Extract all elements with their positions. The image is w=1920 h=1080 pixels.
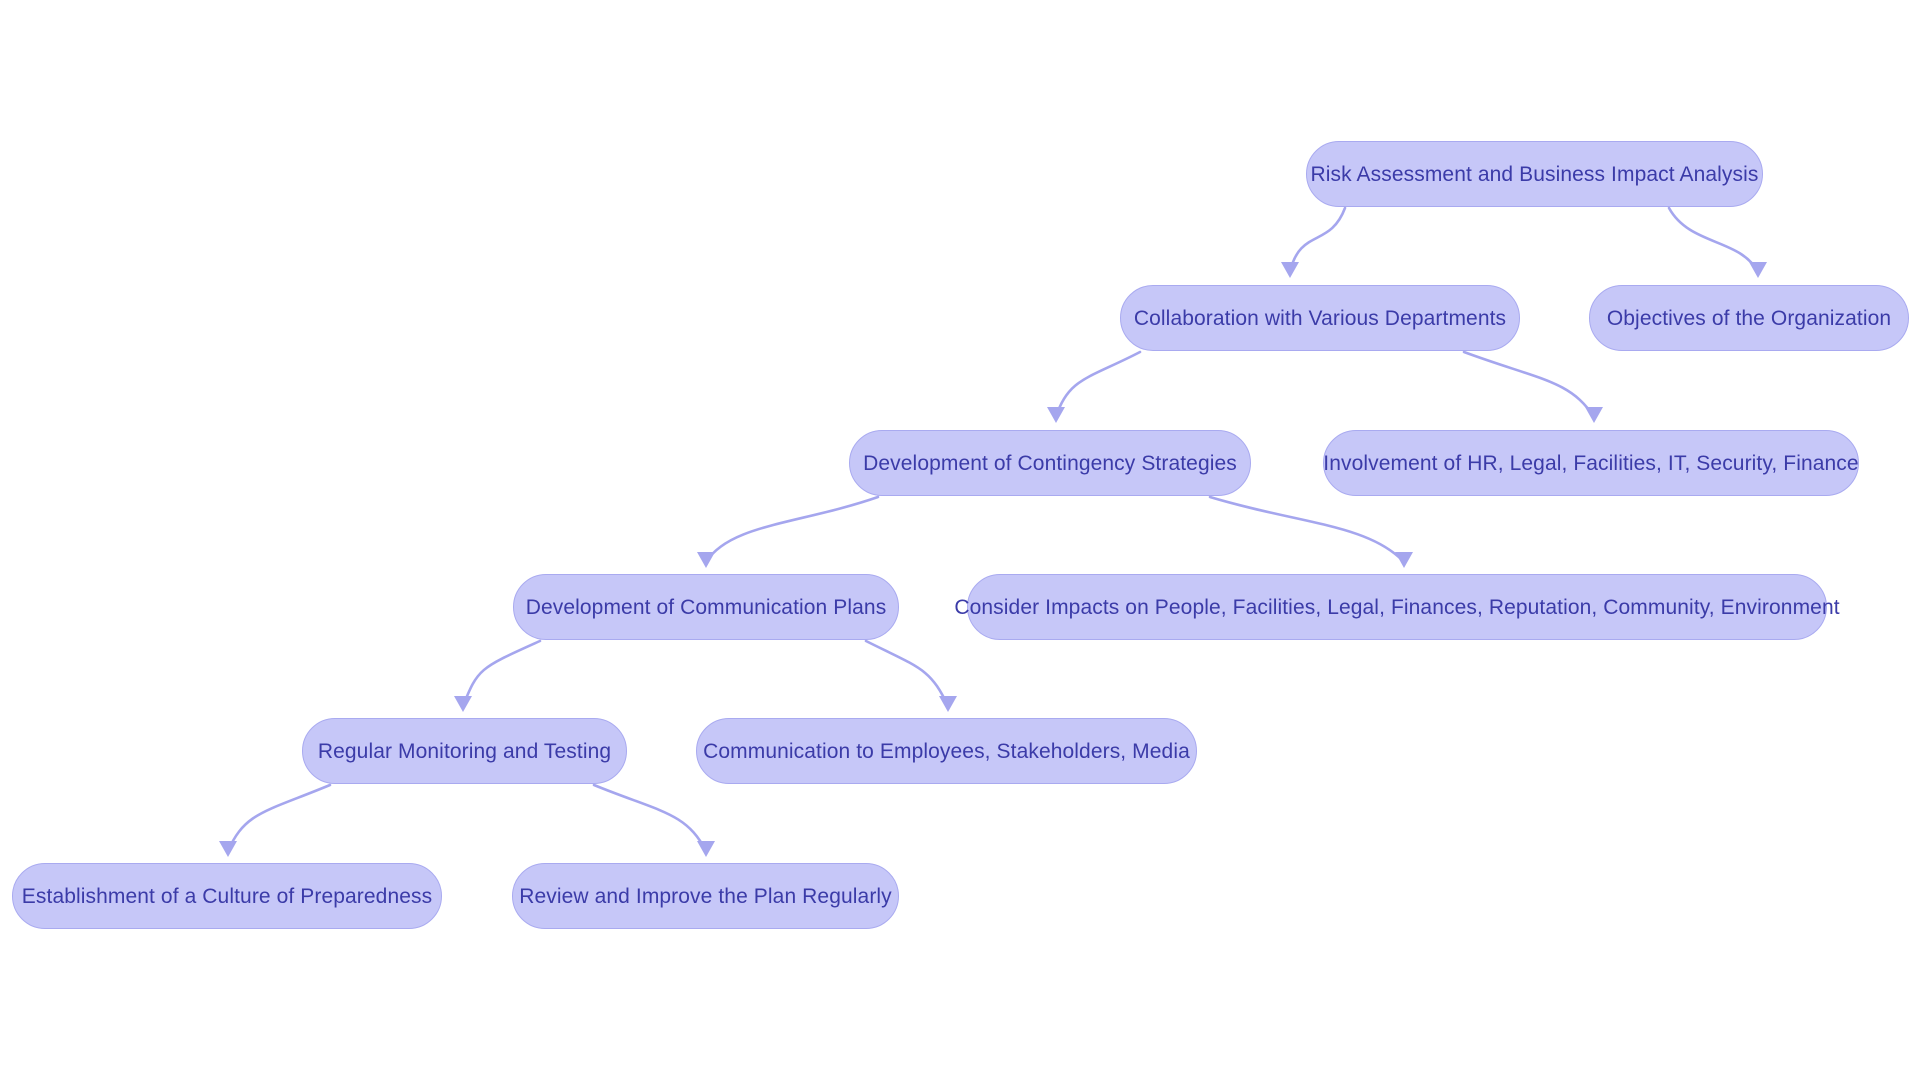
flowchart-node-culture[interactable]: Establishment of a Culture of Preparedne… [12,863,442,929]
flowchart-node-label: Communication to Employees, Stakeholders… [703,739,1190,763]
flowchart-node-label: Collaboration with Various Departments [1133,306,1507,330]
flowchart-arrowhead [697,552,715,568]
flowchart-node-impacts[interactable]: Consider Impacts on People, Facilities, … [954,574,1840,640]
flowchart-edge [704,495,880,564]
flowchart-node-label: Development of Communication Plans [525,595,887,619]
flowchart-node-label: Development of Contingency Strategies [863,451,1237,475]
flowchart-node-communication-plans[interactable]: Development of Communication Plans [513,574,899,640]
flowchart-edge [461,639,542,708]
flowchart-node-label: Establishment of a Culture of Preparedne… [21,884,433,908]
flowchart-edge [1667,206,1760,274]
flowchart-node-label: Risk Assessment and Business Impact Anal… [1310,162,1759,186]
flowchart-edge [864,639,950,708]
flowchart-edge [1462,350,1596,419]
flowchart-node-communication-audiences[interactable]: Communication to Employees, Stakeholders… [696,718,1197,784]
flowchart-node-risk-assessment[interactable]: Risk Assessment and Business Impact Anal… [1306,141,1763,207]
flowchart-edge [226,783,332,853]
flowchart-arrowhead [1585,407,1603,423]
flowchart-node-review[interactable]: Review and Improve the Plan Regularly [512,863,899,929]
flowchart-arrowhead [1749,262,1767,278]
flowchart-arrowhead [219,841,237,857]
flowchart-node-label: Involvement of HR, Legal, Facilities, IT… [1323,451,1859,475]
flowchart-edge [1208,495,1406,564]
flowchart-arrowhead [1395,552,1413,568]
flowchart-node-objectives[interactable]: Objectives of the Organization [1589,285,1909,351]
flowchart-node-label: Review and Improve the Plan Regularly [519,884,892,908]
flowchart-arrowhead [1047,407,1065,423]
flowchart-arrowhead [939,696,957,712]
flowchart-node-collaboration[interactable]: Collaboration with Various Departments [1120,285,1520,351]
flowchart-node-involvement[interactable]: Involvement of HR, Legal, Facilities, IT… [1323,430,1859,496]
flowchart-node-label: Regular Monitoring and Testing [317,739,612,763]
flowchart-edge [592,783,708,853]
flowchart-canvas: Risk Assessment and Business Impact Anal… [0,0,1920,1080]
flowchart-node-label: Consider Impacts on People, Facilities, … [954,595,1840,619]
flowchart-arrowhead [1281,262,1299,278]
flowchart-node-label: Objectives of the Organization [1606,306,1892,330]
flowchart-edge [1288,206,1347,274]
flowchart-node-contingency[interactable]: Development of Contingency Strategies [849,430,1251,496]
flowchart-edge [1054,350,1142,419]
flowchart-arrowhead [697,841,715,857]
flowchart-node-monitoring[interactable]: Regular Monitoring and Testing [302,718,627,784]
flowchart-arrowhead [454,696,472,712]
